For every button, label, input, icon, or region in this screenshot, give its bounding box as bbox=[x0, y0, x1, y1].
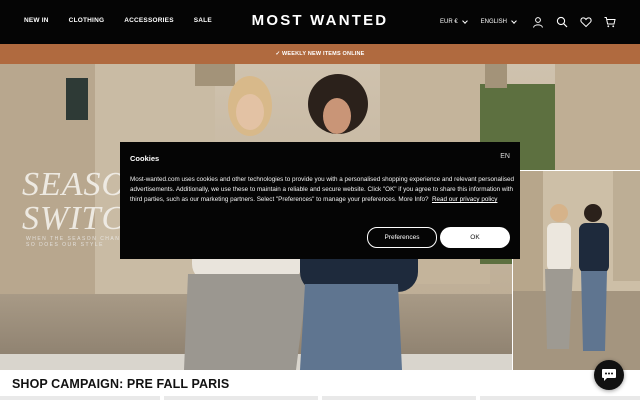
product-row-edge bbox=[0, 396, 640, 400]
chat-bubble-icon bbox=[602, 369, 616, 381]
product-card[interactable] bbox=[164, 396, 318, 400]
account-icon[interactable] bbox=[532, 16, 544, 28]
hero-subtitle: WHEN THE SEASON CHAN SO DOES OUR STYLE bbox=[26, 236, 120, 248]
chat-button[interactable] bbox=[594, 360, 624, 390]
cart-icon[interactable] bbox=[604, 16, 616, 28]
wishlist-heart-icon[interactable] bbox=[580, 16, 592, 28]
product-card[interactable] bbox=[480, 396, 640, 400]
ok-button[interactable]: OK bbox=[440, 227, 510, 248]
header-actions: EUR € ENGLISH bbox=[426, 13, 616, 31]
hero-title: SEASO SWITC bbox=[22, 168, 127, 236]
chevron-down-icon bbox=[461, 18, 468, 24]
product-card[interactable] bbox=[0, 396, 160, 400]
campaign-thumbnail[interactable] bbox=[512, 170, 640, 370]
language-label: ENGLISH bbox=[480, 19, 507, 25]
currency-selector[interactable]: EUR € bbox=[439, 18, 468, 25]
product-card[interactable] bbox=[322, 396, 476, 400]
cookie-language-toggle[interactable]: EN bbox=[500, 153, 510, 160]
cookie-dialog-title: Cookies bbox=[130, 154, 160, 163]
cookie-dialog-body: Most-wanted.com uses cookies and other t… bbox=[130, 175, 514, 206]
hero-title-line-2: SWITC bbox=[22, 200, 126, 237]
language-selector[interactable]: ENGLISH bbox=[480, 18, 517, 25]
preferences-button[interactable]: Preferences bbox=[367, 227, 437, 248]
privacy-policy-link[interactable]: Read our privacy policy bbox=[432, 196, 497, 203]
hero-subtitle-line-2: SO DOES OUR STYLE bbox=[26, 242, 105, 248]
cookie-consent-dialog: Cookies EN Most-wanted.com uses cookies … bbox=[120, 142, 520, 259]
shop-campaign-title: SHOP CAMPAIGN: PRE FALL PARIS bbox=[12, 377, 230, 391]
currency-label: EUR € bbox=[439, 19, 458, 25]
search-icon[interactable] bbox=[556, 16, 568, 28]
chevron-down-icon bbox=[511, 18, 517, 24]
promo-bar: ✓ WEEKLY NEW ITEMS ONLINE bbox=[0, 44, 640, 64]
thumbnail-photo bbox=[513, 171, 640, 370]
site-header: NEW IN CLOTHING ACCESSORIES SALE MOST WA… bbox=[0, 0, 640, 44]
hero-title-line-1: SEASO bbox=[22, 166, 128, 203]
